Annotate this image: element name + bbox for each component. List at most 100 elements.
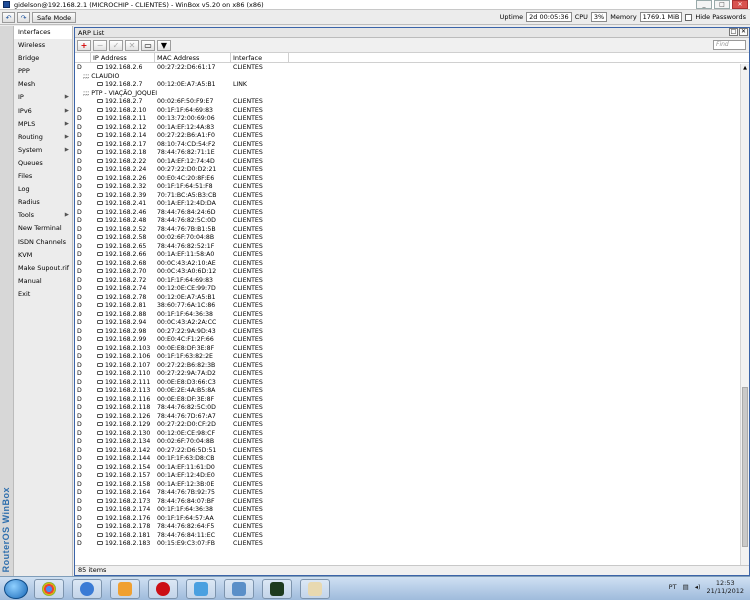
table-row[interactable]: D 192.168.2.173 78:44:76:84:07:BF CLIENTES xyxy=(75,498,741,507)
table-row[interactable]: D 192.168.2.107 00:27:22:B6:82:3B CLIENTES xyxy=(75,362,741,371)
column-flags[interactable] xyxy=(75,53,91,62)
table-row[interactable]: D 192.168.2.129 00:27:22:D0:CF:2D CLIENTES xyxy=(75,421,741,430)
taskbar-chrome-icon[interactable] xyxy=(34,579,64,599)
table-row[interactable]: D 192.168.2.88 00:1F:1F:64:36:38 CLIENTES xyxy=(75,311,741,320)
table-row[interactable]: D 192.168.2.17 08:10:74:CD:54:F2 CLIENTES xyxy=(75,141,741,150)
table-row[interactable]: D 192.168.2.126 78:44:76:7D:67:A7 CLIENTES xyxy=(75,413,741,422)
table-row[interactable]: D 192.168.2.130 00:12:0E:CE:98:CF CLIENTES xyxy=(75,430,741,439)
taskbar-app-icon[interactable] xyxy=(72,579,102,599)
child-maximize-button[interactable]: □ xyxy=(729,28,738,36)
table-row[interactable]: D 192.168.2.144 00:1F:1F:63:D8:CB CLIENTES xyxy=(75,455,741,464)
table-row[interactable]: D 192.168.2.65 78:44:76:82:52:1F CLIENTES xyxy=(75,243,741,252)
sidebar-item-exit[interactable]: Exit xyxy=(14,288,72,301)
table-row[interactable]: 192.168.2.7 00:02:6F:50:F9:E7 CLIENTES xyxy=(75,98,741,107)
comment-icon[interactable]: ▭ xyxy=(141,39,155,51)
sidebar-item-tools[interactable]: Tools ▶ xyxy=(14,209,72,222)
table-row[interactable]: D 192.168.2.113 00:0E:2E:4A:B5:8A CLIENTES xyxy=(75,387,741,396)
sidebar-item-radius[interactable]: Radius xyxy=(14,196,72,209)
table-row[interactable]: D 192.168.2.116 00:0E:E8:DF:3E:8F CLIENTES xyxy=(75,396,741,405)
add-icon[interactable]: + xyxy=(77,39,91,51)
volume-tray-icon[interactable]: ◂) xyxy=(695,583,701,591)
minimize-button[interactable]: _ xyxy=(696,0,712,9)
comment-row[interactable]: ;;; PTP - VIAÇÃO_JOQUEI xyxy=(75,90,741,99)
table-row[interactable]: D 192.168.2.48 78:44:76:82:5C:0D CLIENTES xyxy=(75,217,741,226)
enable-icon[interactable]: ✓ xyxy=(109,39,123,51)
scrollbar-thumb[interactable] xyxy=(742,387,748,547)
hide-passwords-checkbox[interactable] xyxy=(685,13,693,21)
close-button[interactable]: ✕ xyxy=(732,0,748,9)
vertical-scrollbar[interactable]: ▲ xyxy=(740,64,749,565)
table-row[interactable]: D 192.168.2.164 78:44:76:7B:92:75 CLIENTES xyxy=(75,489,741,498)
arp-list-title-bar[interactable]: ARP List □ ✕ xyxy=(75,28,749,38)
sidebar-item-system[interactable]: System ▶ xyxy=(14,144,72,157)
redo-icon[interactable]: ↷ xyxy=(17,12,30,23)
table-row[interactable]: D 192.168.2.134 00:02:6F:70:04:8B CLIENTES xyxy=(75,438,741,447)
table-row[interactable]: D 192.168.2.103 00:0E:E8:DF:3E:8F CLIENTES xyxy=(75,345,741,354)
table-row[interactable]: D 192.168.2.74 00:12:0E:CE:99:7D CLIENTES xyxy=(75,285,741,294)
table-row[interactable]: D 192.168.2.52 78:44:76:7B:B1:5B CLIENTES xyxy=(75,226,741,235)
window-title-bar[interactable]: gidelson@192.168.2.1 (MICROCHIP - CLIENT… xyxy=(0,0,750,10)
table-row[interactable]: D 192.168.2.70 00:0C:43:A0:6D:12 CLIENTES xyxy=(75,268,741,277)
sidebar-item-wireless[interactable]: Wireless xyxy=(14,39,72,52)
safe-mode-button[interactable]: Safe Mode xyxy=(32,12,77,23)
table-row[interactable]: D 192.168.2.32 00:1F:1F:64:51:F8 CLIENTES xyxy=(75,183,741,192)
table-row[interactable]: D 192.168.2.142 00:27:22:D6:5D:51 CLIENTES xyxy=(75,447,741,456)
sidebar-item-make-supout-rif[interactable]: Make Supout.rif xyxy=(14,262,72,275)
table-row[interactable]: D 192.168.2.111 00:0E:E8:D3:66:C3 CLIENTES xyxy=(75,379,741,388)
sidebar-item-interfaces[interactable]: Interfaces xyxy=(14,26,72,40)
table-row[interactable]: D 192.168.2.110 00:27:22:9A:7A:D2 CLIENTES xyxy=(75,370,741,379)
sidebar-item-kvm[interactable]: KVM xyxy=(14,249,72,262)
maximize-button[interactable]: □ xyxy=(714,0,730,9)
sidebar-item-ip[interactable]: IP ▶ xyxy=(14,91,72,104)
table-row[interactable]: D 192.168.2.72 00:1F:1F:64:69:83 CLIENTES xyxy=(75,277,741,286)
sidebar-item-mpls[interactable]: MPLS ▶ xyxy=(14,118,72,131)
sidebar-item-ppp[interactable]: PPP xyxy=(14,65,72,78)
table-row[interactable]: D 192.168.2.81 38:60:77:6A:1C:86 CLIENTES xyxy=(75,302,741,311)
undo-icon[interactable]: ↶ xyxy=(2,12,15,23)
taskbar-folder-icon[interactable] xyxy=(110,579,140,599)
table-row[interactable]: D 192.168.2.14 00:27:22:B6:A1:F0 CLIENTES xyxy=(75,132,741,141)
taskbar-network-icon[interactable] xyxy=(186,579,216,599)
table-row[interactable]: 192.168.2.7 00:12:0E:A7:A5:B1 LINK xyxy=(75,81,741,90)
sidebar-item-manual[interactable]: Manual xyxy=(14,275,72,288)
filter-icon[interactable]: ▼ xyxy=(157,39,171,51)
table-row[interactable]: D 192.168.2.106 00:1F:1F:63:82:2E CLIENTES xyxy=(75,353,741,362)
table-row[interactable]: D 192.168.2.176 00:1F:1F:64:57:AA CLIENTES xyxy=(75,515,741,524)
sidebar-item-log[interactable]: Log xyxy=(14,183,72,196)
table-row[interactable]: D 192.168.2.24 00:27:22:D0:D2:21 CLIENTES xyxy=(75,166,741,175)
table-row[interactable]: D 192.168.2.158 00:1A:EF:12:3B:0E CLIENTES xyxy=(75,481,741,490)
column-ip-address[interactable]: IP Address xyxy=(91,53,155,62)
table-row[interactable]: D 192.168.2.22 00:1A:EF:12:74:4D CLIENTES xyxy=(75,158,741,167)
table-row[interactable]: D 192.168.2.181 78:44:76:84:11:EC CLIENTES xyxy=(75,532,741,541)
taskbar-opera-icon[interactable] xyxy=(148,579,178,599)
sidebar-item-files[interactable]: Files xyxy=(14,170,72,183)
table-row[interactable]: D 192.168.2.66 00:1A:EF:11:58:A0 CLIENTES xyxy=(75,251,741,260)
sidebar-item-ipv6[interactable]: IPv6 ▶ xyxy=(14,105,72,118)
table-row[interactable]: D 192.168.2.39 70:71:BC:A5:B3:CB CLIENTES xyxy=(75,192,741,201)
table-row[interactable]: D 192.168.2.26 00:E0:4C:20:8F:E6 CLIENTES xyxy=(75,175,741,184)
taskbar-paint-icon[interactable] xyxy=(300,579,330,599)
comment-row[interactable]: ;;; CLAUDIO xyxy=(75,73,741,82)
disable-icon[interactable]: ✕ xyxy=(125,39,139,51)
table-row[interactable]: D 192.168.2.178 78:44:76:82:64:F5 CLIENTES xyxy=(75,523,741,532)
column-interface[interactable]: Interface xyxy=(231,53,289,62)
taskbar-terminal-icon[interactable] xyxy=(262,579,292,599)
table-row[interactable]: D 192.168.2.98 00:27:22:9A:9D:43 CLIENTES xyxy=(75,328,741,337)
taskbar-winbox-icon[interactable] xyxy=(224,579,254,599)
table-row[interactable]: D 192.168.2.78 00:12:0E:A7:A5:B1 CLIENTES xyxy=(75,294,741,303)
table-row[interactable]: D 192.168.2.68 00:0C:43:A2:10:AE CLIENTES xyxy=(75,260,741,269)
find-input[interactable]: Find xyxy=(713,40,746,50)
table-row[interactable]: D 192.168.2.18 78:44:76:82:71:1E CLIENTES xyxy=(75,149,741,158)
start-button[interactable] xyxy=(4,579,28,599)
table-row[interactable]: D 192.168.2.6 00:27:22:D6:61:17 CLIENTES xyxy=(75,64,741,73)
network-tray-icon[interactable]: ▤ xyxy=(683,583,689,591)
sidebar-item-queues[interactable]: Queues xyxy=(14,157,72,170)
sidebar-item-isdn-channels[interactable]: ISDN Channels xyxy=(14,236,72,249)
table-row[interactable]: D 192.168.2.118 78:44:76:82:5C:0D CLIENTES xyxy=(75,404,741,413)
table-row[interactable]: D 192.168.2.41 00:1A:EF:12:4D:DA CLIENTES xyxy=(75,200,741,209)
language-indicator[interactable]: PT xyxy=(669,583,677,591)
table-row[interactable]: D 192.168.2.157 00:1A:EF:12:4D:E0 CLIENTES xyxy=(75,472,741,481)
sidebar-item-mesh[interactable]: Mesh xyxy=(14,78,72,91)
table-row[interactable]: D 192.168.2.12 00:1A:EF:12:4A:83 CLIENTES xyxy=(75,124,741,133)
table-row[interactable]: D 192.168.2.99 00:E0:4C:F1:2F:66 CLIENTES xyxy=(75,336,741,345)
